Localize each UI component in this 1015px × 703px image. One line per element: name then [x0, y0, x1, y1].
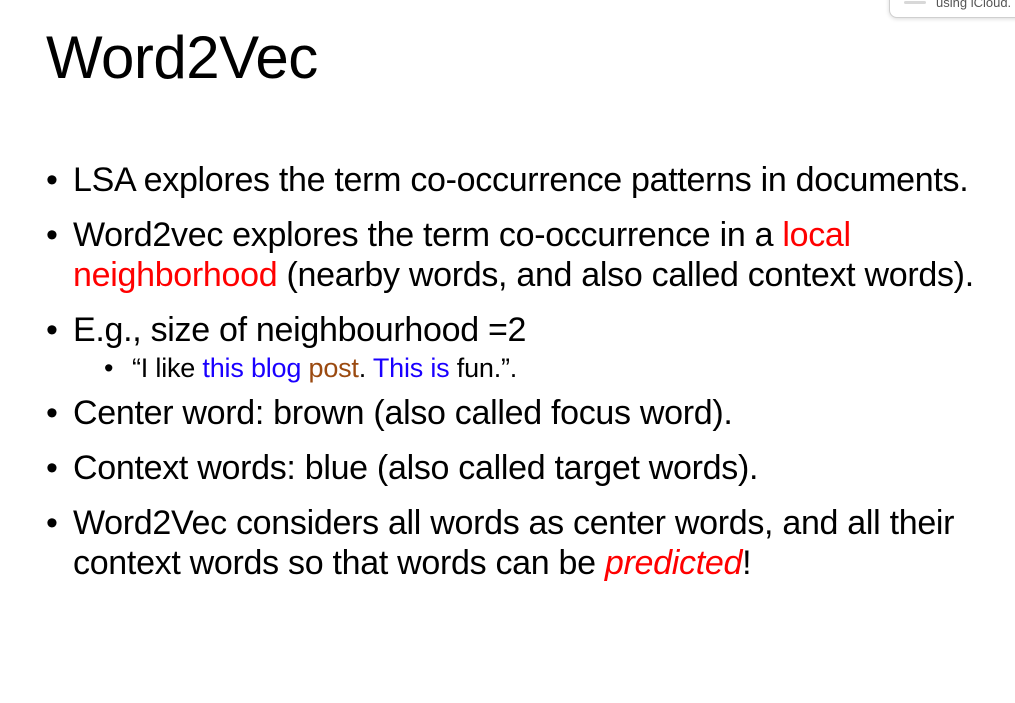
slide-body: LSA explores the term co-occurrence patt…	[46, 160, 1001, 598]
example-sentence: “I like this blog post. This is fun.”.	[104, 352, 1001, 384]
bullet-center-word: Center word: brown (also called focus wo…	[46, 393, 1001, 433]
quote-close: fun.”.	[449, 353, 518, 383]
bullet-word2vec-predict: Word2Vec considers all words as center w…	[46, 503, 1001, 583]
context-words-2: This is	[372, 353, 450, 383]
notification-icon	[904, 1, 926, 4]
slide-title: Word2Vec	[46, 24, 318, 91]
bullet-lsa: LSA explores the term co-occurrence patt…	[46, 160, 1001, 200]
bullet-text: (nearby words, and also called context w…	[277, 256, 975, 294]
bullet-context-words: Context words: blue (also called target …	[46, 448, 1001, 488]
bullet-word2vec-local: Word2vec explores the term co-occurrence…	[46, 215, 1001, 295]
notification-text: using iCloud.	[936, 0, 1012, 10]
bullet-text: Word2vec explores the term co-occurrence…	[73, 216, 783, 254]
period: .	[358, 353, 373, 383]
highlight-predicted: predicted	[604, 544, 743, 582]
bullet-text: Word2Vec considers all words as center w…	[73, 504, 955, 582]
icloud-notification[interactable]: using iCloud.	[889, 0, 1015, 18]
quote-open: “I like	[132, 353, 203, 383]
context-words-1: this blog	[202, 353, 302, 383]
center-word: post	[308, 353, 359, 383]
bullet-text: !	[742, 544, 752, 582]
bullet-example: E.g., size of neighbourhood =2	[46, 310, 1001, 350]
